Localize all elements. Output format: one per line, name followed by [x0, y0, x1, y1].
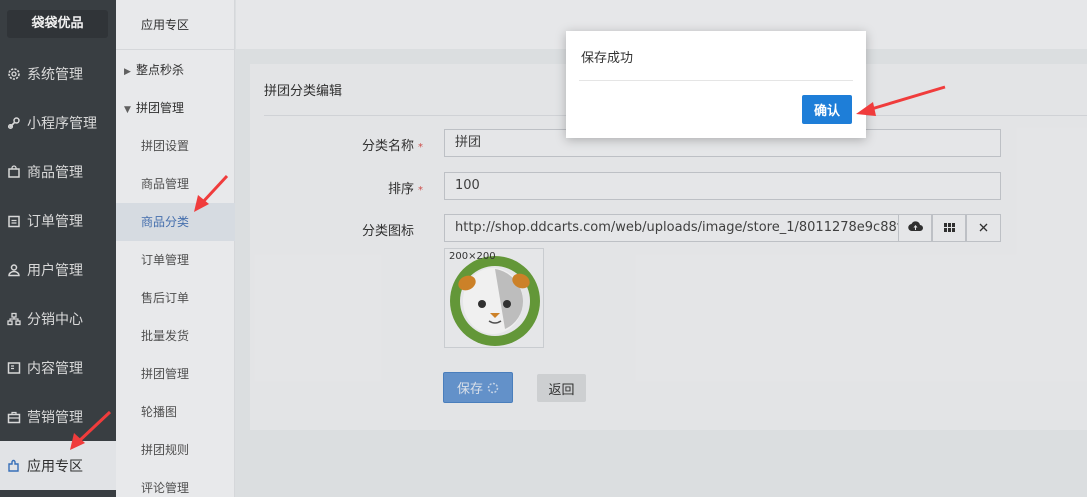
success-dialog: 保存成功 确认	[566, 31, 866, 138]
confirm-button[interactable]: 确认	[802, 95, 852, 124]
preview-size-text: 200×200	[449, 251, 496, 262]
dialog-divider	[579, 80, 853, 81]
modal-overlay	[0, 0, 1087, 497]
dialog-message: 保存成功	[581, 51, 634, 66]
